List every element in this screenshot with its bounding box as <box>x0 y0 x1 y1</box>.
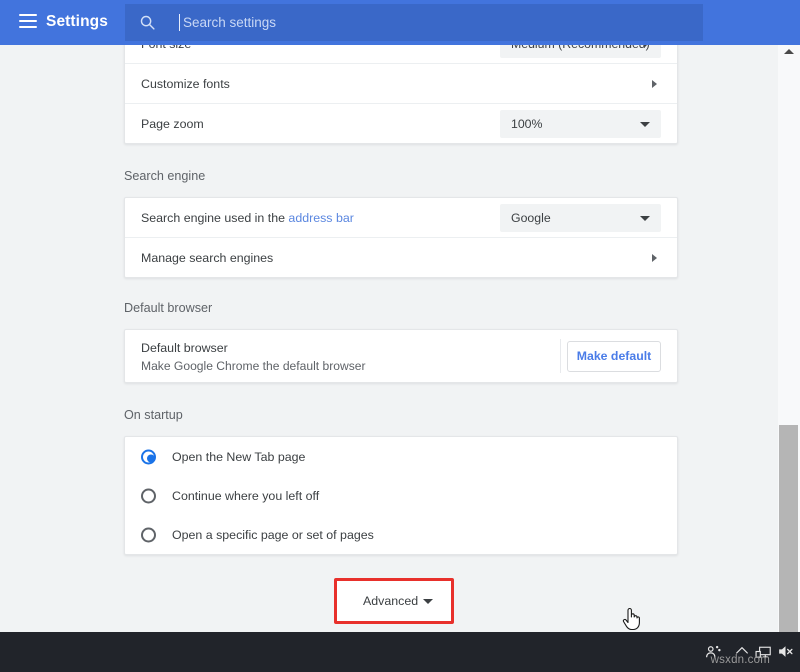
vertical-scrollbar[interactable] <box>778 45 800 632</box>
divider <box>560 339 561 373</box>
radio-row-continue[interactable]: Continue where you left off <box>125 476 677 515</box>
default-browser-secondary: Make Google Chrome the default browser <box>141 359 366 373</box>
settings-content: Font size Medium (Recommended) Customize… <box>0 0 778 632</box>
settings-header: Settings Search settings <box>0 0 800 45</box>
search-engine-value: Google <box>511 211 551 225</box>
windows-taskbar: wsxdn.com <box>0 632 800 672</box>
radio-label-specific-page: Open a specific page or set of pages <box>172 528 374 542</box>
radio-label-continue: Continue where you left off <box>172 489 319 503</box>
default-browser-card: Default browser Make Google Chrome the d… <box>124 329 678 383</box>
row-search-engine-used[interactable]: Search engine used in the address bar Go… <box>125 198 677 238</box>
chevron-right-icon <box>652 80 657 88</box>
make-default-button[interactable]: Make default <box>567 341 661 372</box>
page-zoom-dropdown[interactable]: 100% <box>500 110 661 138</box>
search-engine-card: Search engine used in the address bar Go… <box>124 197 678 278</box>
row-manage-search-engines[interactable]: Manage search engines <box>125 238 677 277</box>
hamburger-icon[interactable] <box>19 14 37 28</box>
address-bar-link[interactable]: address bar <box>288 211 353 225</box>
section-title-on-startup: On startup <box>124 408 183 422</box>
radio-button-continue[interactable] <box>141 488 156 503</box>
scrollbar-thumb[interactable] <box>779 425 798 632</box>
default-browser-primary: Default browser <box>141 341 366 355</box>
chevron-down-icon <box>640 122 650 127</box>
radio-button-specific-page[interactable] <box>141 527 156 542</box>
page-title: Settings <box>46 13 108 31</box>
radio-row-new-tab-page[interactable]: Open the New Tab page <box>125 437 677 476</box>
chevron-down-icon <box>423 599 433 604</box>
row-search-engine-used-label: Search engine used in the address bar <box>141 211 354 225</box>
advanced-highlight-box: Advanced <box>334 578 454 624</box>
row-customize-fonts-label: Customize fonts <box>141 77 230 91</box>
watermark: wsxdn.com <box>711 654 770 666</box>
radio-row-specific-page[interactable]: Open a specific page or set of pages <box>125 515 677 554</box>
search-engine-dropdown[interactable]: Google <box>500 204 661 232</box>
on-startup-card: Open the New Tab page Continue where you… <box>124 436 678 555</box>
row-page-zoom-label: Page zoom <box>141 117 204 131</box>
section-title-search-engine: Search engine <box>124 169 205 183</box>
section-title-default-browser: Default browser <box>124 301 212 315</box>
row-customize-fonts[interactable]: Customize fonts <box>125 64 677 104</box>
default-browser-text: Default browser Make Google Chrome the d… <box>141 341 366 373</box>
text-caret <box>179 14 180 31</box>
row-search-engine-used-prefix: Search engine used in the <box>141 211 288 225</box>
settings-window: Font size Medium (Recommended) Customize… <box>0 0 800 632</box>
page-zoom-value: 100% <box>511 117 542 131</box>
radio-dot <box>147 455 155 463</box>
chevron-down-icon <box>640 216 650 221</box>
row-manage-search-engines-label: Manage search engines <box>141 251 273 265</box>
radio-label-new-tab-page: Open the New Tab page <box>172 450 305 464</box>
scroll-up-arrow-icon[interactable] <box>784 49 794 54</box>
volume-muted-icon[interactable] <box>777 643 794 660</box>
search-icon <box>139 14 156 31</box>
radio-button-new-tab-page[interactable] <box>141 449 156 464</box>
row-page-zoom[interactable]: Page zoom 100% <box>125 104 677 143</box>
advanced-button-label: Advanced <box>363 594 418 608</box>
advanced-button[interactable]: Advanced <box>337 581 451 621</box>
search-input[interactable]: Search settings <box>125 4 703 41</box>
search-placeholder: Search settings <box>183 15 276 30</box>
chevron-right-icon <box>652 254 657 262</box>
